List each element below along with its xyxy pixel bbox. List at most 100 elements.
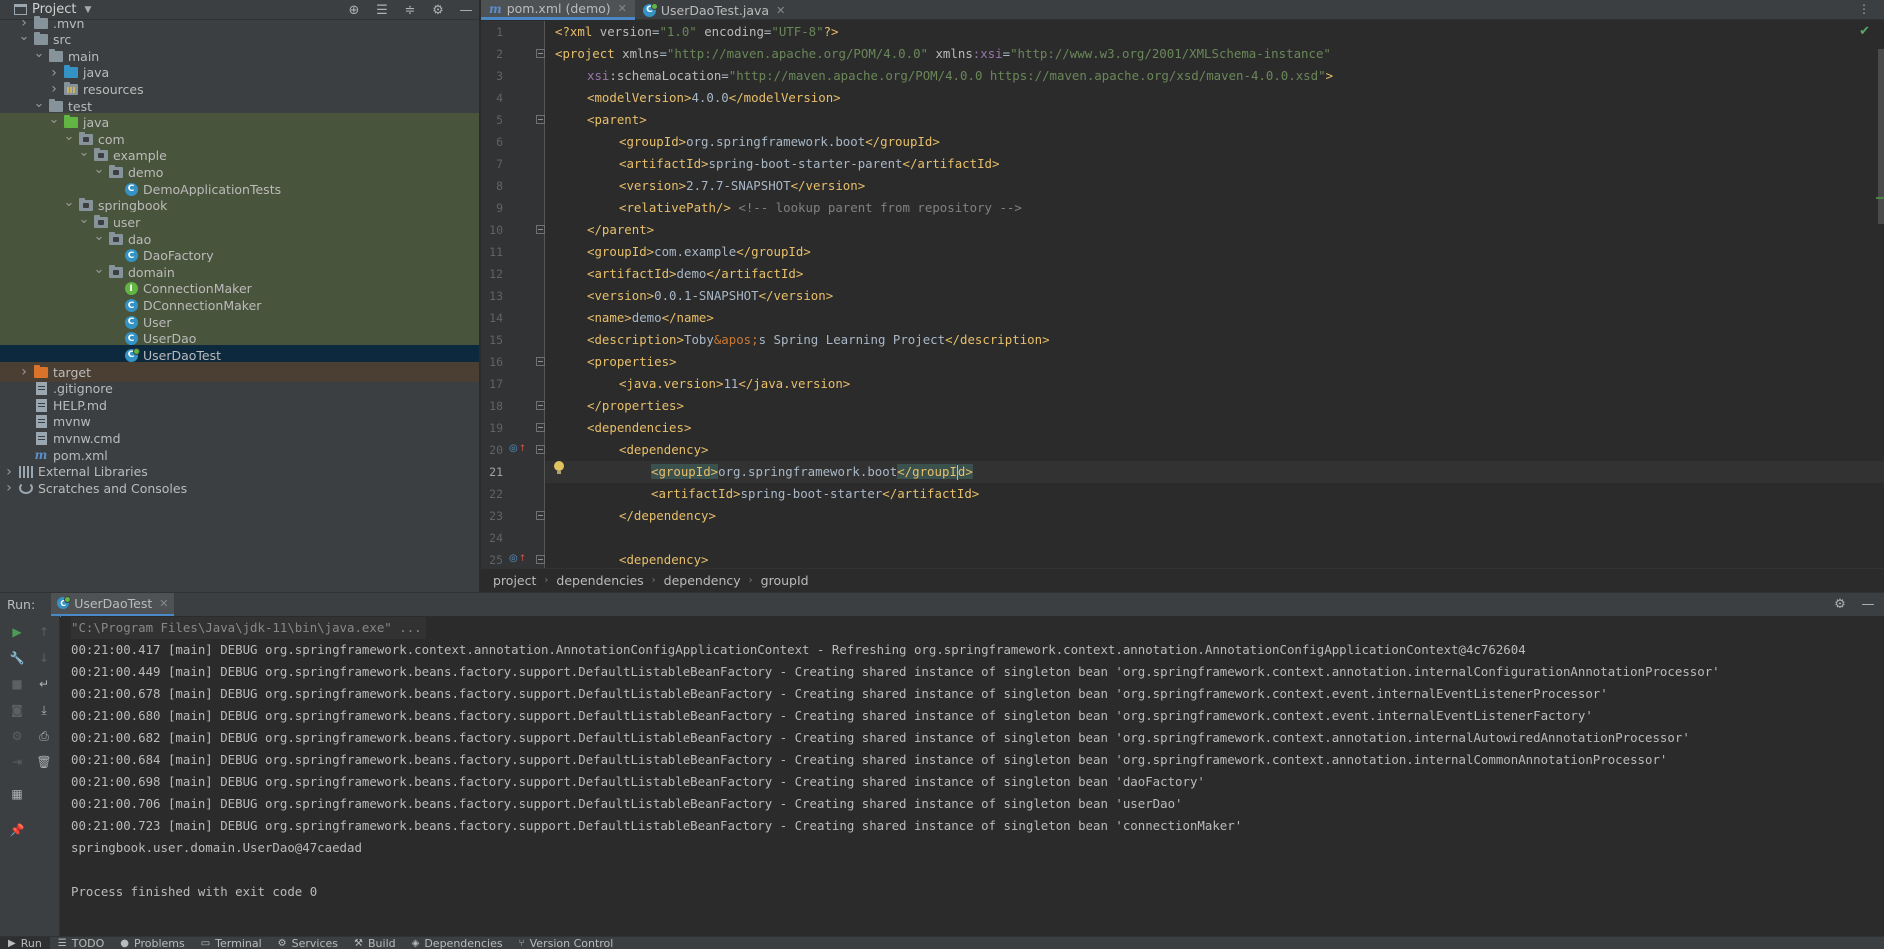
- close-icon[interactable]: ✕: [159, 597, 168, 610]
- tree-item-label: DemoApplicationTests: [143, 181, 282, 197]
- settings-icon[interactable]: ⚙: [9, 728, 25, 744]
- line-number: 7: [496, 157, 503, 171]
- overrides-marker-icon[interactable]: ◎↑: [509, 553, 526, 565]
- tree-item-label: .gitignore: [53, 381, 113, 397]
- line-number: 5: [496, 113, 503, 127]
- hide-icon[interactable]: —: [1860, 596, 1876, 612]
- trash-icon[interactable]: 🗑: [36, 754, 52, 770]
- tree-item-label: example: [113, 148, 167, 164]
- tab-label: UserDaoTest.java: [660, 2, 770, 18]
- package-icon: [94, 148, 108, 162]
- tool-window-dependencies[interactable]: ◈ Dependencies: [404, 937, 511, 949]
- lightbulb-icon[interactable]: [553, 461, 565, 475]
- close-icon[interactable]: ✕: [776, 4, 785, 17]
- fold-marker-icon[interactable]: [536, 445, 545, 454]
- folder-icon: [34, 32, 48, 46]
- print-icon[interactable]: ⎙: [36, 728, 52, 744]
- arrow-up-icon[interactable]: ↑: [36, 624, 52, 640]
- chevron-down-icon[interactable]: ⌄: [92, 262, 106, 277]
- tree-item[interactable]: › Scratches and Consoles: [0, 478, 479, 498]
- line-number: 17: [489, 377, 503, 391]
- version-control-icon: ⑂: [518, 937, 525, 949]
- chevron-down-icon[interactable]: ⌄: [32, 96, 46, 111]
- pin-icon[interactable]: 📌: [9, 822, 25, 838]
- tool-window-services[interactable]: ⚙ Services: [270, 937, 346, 949]
- tool-window-version-control[interactable]: ⑂ Version Control: [511, 937, 622, 949]
- fold-marker-icon[interactable]: [536, 49, 545, 58]
- breadcrumb-item[interactable]: groupId: [761, 573, 809, 588]
- chevron-down-icon[interactable]: ⌄: [92, 229, 106, 244]
- tool-window-run[interactable]: ▶ Run: [0, 937, 50, 949]
- tool-window-build[interactable]: ⚒ Build: [346, 937, 404, 949]
- breadcrumb-item[interactable]: project: [493, 573, 536, 588]
- line-number: 23: [489, 509, 503, 523]
- chevron-right-icon[interactable]: ›: [2, 480, 16, 496]
- gear-icon[interactable]: ⚙: [1832, 596, 1848, 612]
- exit-icon[interactable]: ⇥: [9, 754, 25, 770]
- stop-icon[interactable]: ■: [9, 676, 25, 692]
- tree-item-label: target: [53, 364, 92, 380]
- more-icon[interactable]: ⋮: [1858, 2, 1870, 16]
- chevron-down-icon[interactable]: ⌄: [77, 145, 91, 160]
- chevron-right-icon[interactable]: ›: [17, 364, 31, 380]
- tool-window-label: Version Control: [529, 936, 614, 949]
- rerun-icon[interactable]: ▶: [9, 624, 25, 640]
- layout-icon[interactable]: ▦: [9, 786, 25, 802]
- fold-marker-icon[interactable]: [536, 401, 545, 410]
- file-icon: [35, 382, 47, 396]
- line-number: 8: [496, 179, 503, 193]
- code-line-8: <version>2.7.7-SNAPSHOT</version>: [619, 178, 866, 193]
- chevron-down-icon[interactable]: ⌄: [32, 46, 46, 61]
- fold-marker-icon[interactable]: [536, 357, 545, 366]
- console-output[interactable]: "C:\Program Files\Java\jdk-11\bin\java.e…: [61, 616, 1884, 936]
- chevron-right-icon[interactable]: ›: [47, 65, 61, 81]
- chevron-down-icon[interactable]: ⌄: [92, 162, 106, 177]
- chevron-right-icon[interactable]: ›: [47, 81, 61, 97]
- breadcrumb-item[interactable]: dependency: [664, 573, 741, 588]
- scroll-to-end-icon[interactable]: ⤓: [36, 702, 52, 718]
- tool-window-problems[interactable]: ● Problems: [112, 937, 192, 949]
- tool-window-label: Run: [20, 936, 42, 949]
- breadcrumb-item[interactable]: dependencies: [556, 573, 643, 588]
- arrow-down-icon[interactable]: ↓: [36, 650, 52, 666]
- run-tab-userdaotest[interactable]: C UserDaoTest ✕: [51, 592, 175, 617]
- tree-item-label: demo: [128, 165, 164, 181]
- overrides-marker-icon[interactable]: ◎↑: [509, 443, 526, 455]
- soft-wrap-icon[interactable]: ↵: [36, 676, 52, 692]
- fold-marker-icon[interactable]: [536, 555, 545, 564]
- chevron-right-icon: ›: [748, 575, 753, 586]
- close-icon[interactable]: ✕: [618, 2, 627, 15]
- tool-window-terminal[interactable]: ▭ Terminal: [193, 937, 270, 949]
- line-number: 21: [489, 465, 503, 479]
- fold-marker-icon[interactable]: [536, 225, 545, 234]
- folder-icon: [34, 15, 48, 29]
- run-tab-label: UserDaoTest: [74, 595, 153, 611]
- fold-marker-icon[interactable]: [536, 511, 545, 520]
- camera-icon[interactable]: ◙: [9, 702, 25, 718]
- chevron-down-icon[interactable]: ⌄: [62, 195, 76, 210]
- code-area[interactable]: <?xml version="1.0" encoding="UTF-8"?> <…: [545, 21, 1884, 568]
- tab-userdaotest-java[interactable]: C UserDaoTest.java ✕: [635, 0, 793, 20]
- tree-item-label: com: [98, 131, 125, 147]
- code-line-1: <?xml version="1.0" encoding="UTF-8"?>: [555, 24, 839, 39]
- chevron-right-icon[interactable]: ›: [2, 464, 16, 480]
- chevron-down-icon[interactable]: ⌄: [17, 29, 31, 44]
- chevron-down-icon[interactable]: ⌄: [77, 212, 91, 227]
- fold-marker-icon[interactable]: [536, 423, 545, 432]
- wrench-icon[interactable]: 🔧: [9, 650, 25, 666]
- code-line-22: <artifactId>spring-boot-starter</artifac…: [651, 486, 980, 501]
- tree-item-label: UserDaoTest: [143, 347, 222, 363]
- editor-scrollbar[interactable]: [1876, 49, 1884, 229]
- tree-item-label: HELP.md: [53, 397, 107, 413]
- tab-pom-xml[interactable]: m pom.xml (demo) ✕: [481, 0, 635, 20]
- class-icon: C: [124, 315, 138, 329]
- tool-window-todo[interactable]: ☰ TODO: [50, 937, 112, 949]
- code-editor[interactable]: 1 2 3 4 5 6 7 8 9 10 11 12 13 14 15 16 17 18 19 20 21 22 23 24 2…: [481, 21, 1884, 568]
- console-line: 00:21:00.678 [main] DEBUG org.springfram…: [71, 686, 1608, 701]
- checkmark-icon[interactable]: ✔: [1859, 24, 1870, 39]
- fold-marker-icon[interactable]: [536, 115, 545, 124]
- chevron-right-icon: ›: [544, 575, 549, 586]
- chevron-down-icon[interactable]: ⌄: [47, 112, 61, 127]
- chevron-down-icon[interactable]: ⌄: [62, 129, 76, 144]
- tree-item-label: main: [68, 48, 100, 64]
